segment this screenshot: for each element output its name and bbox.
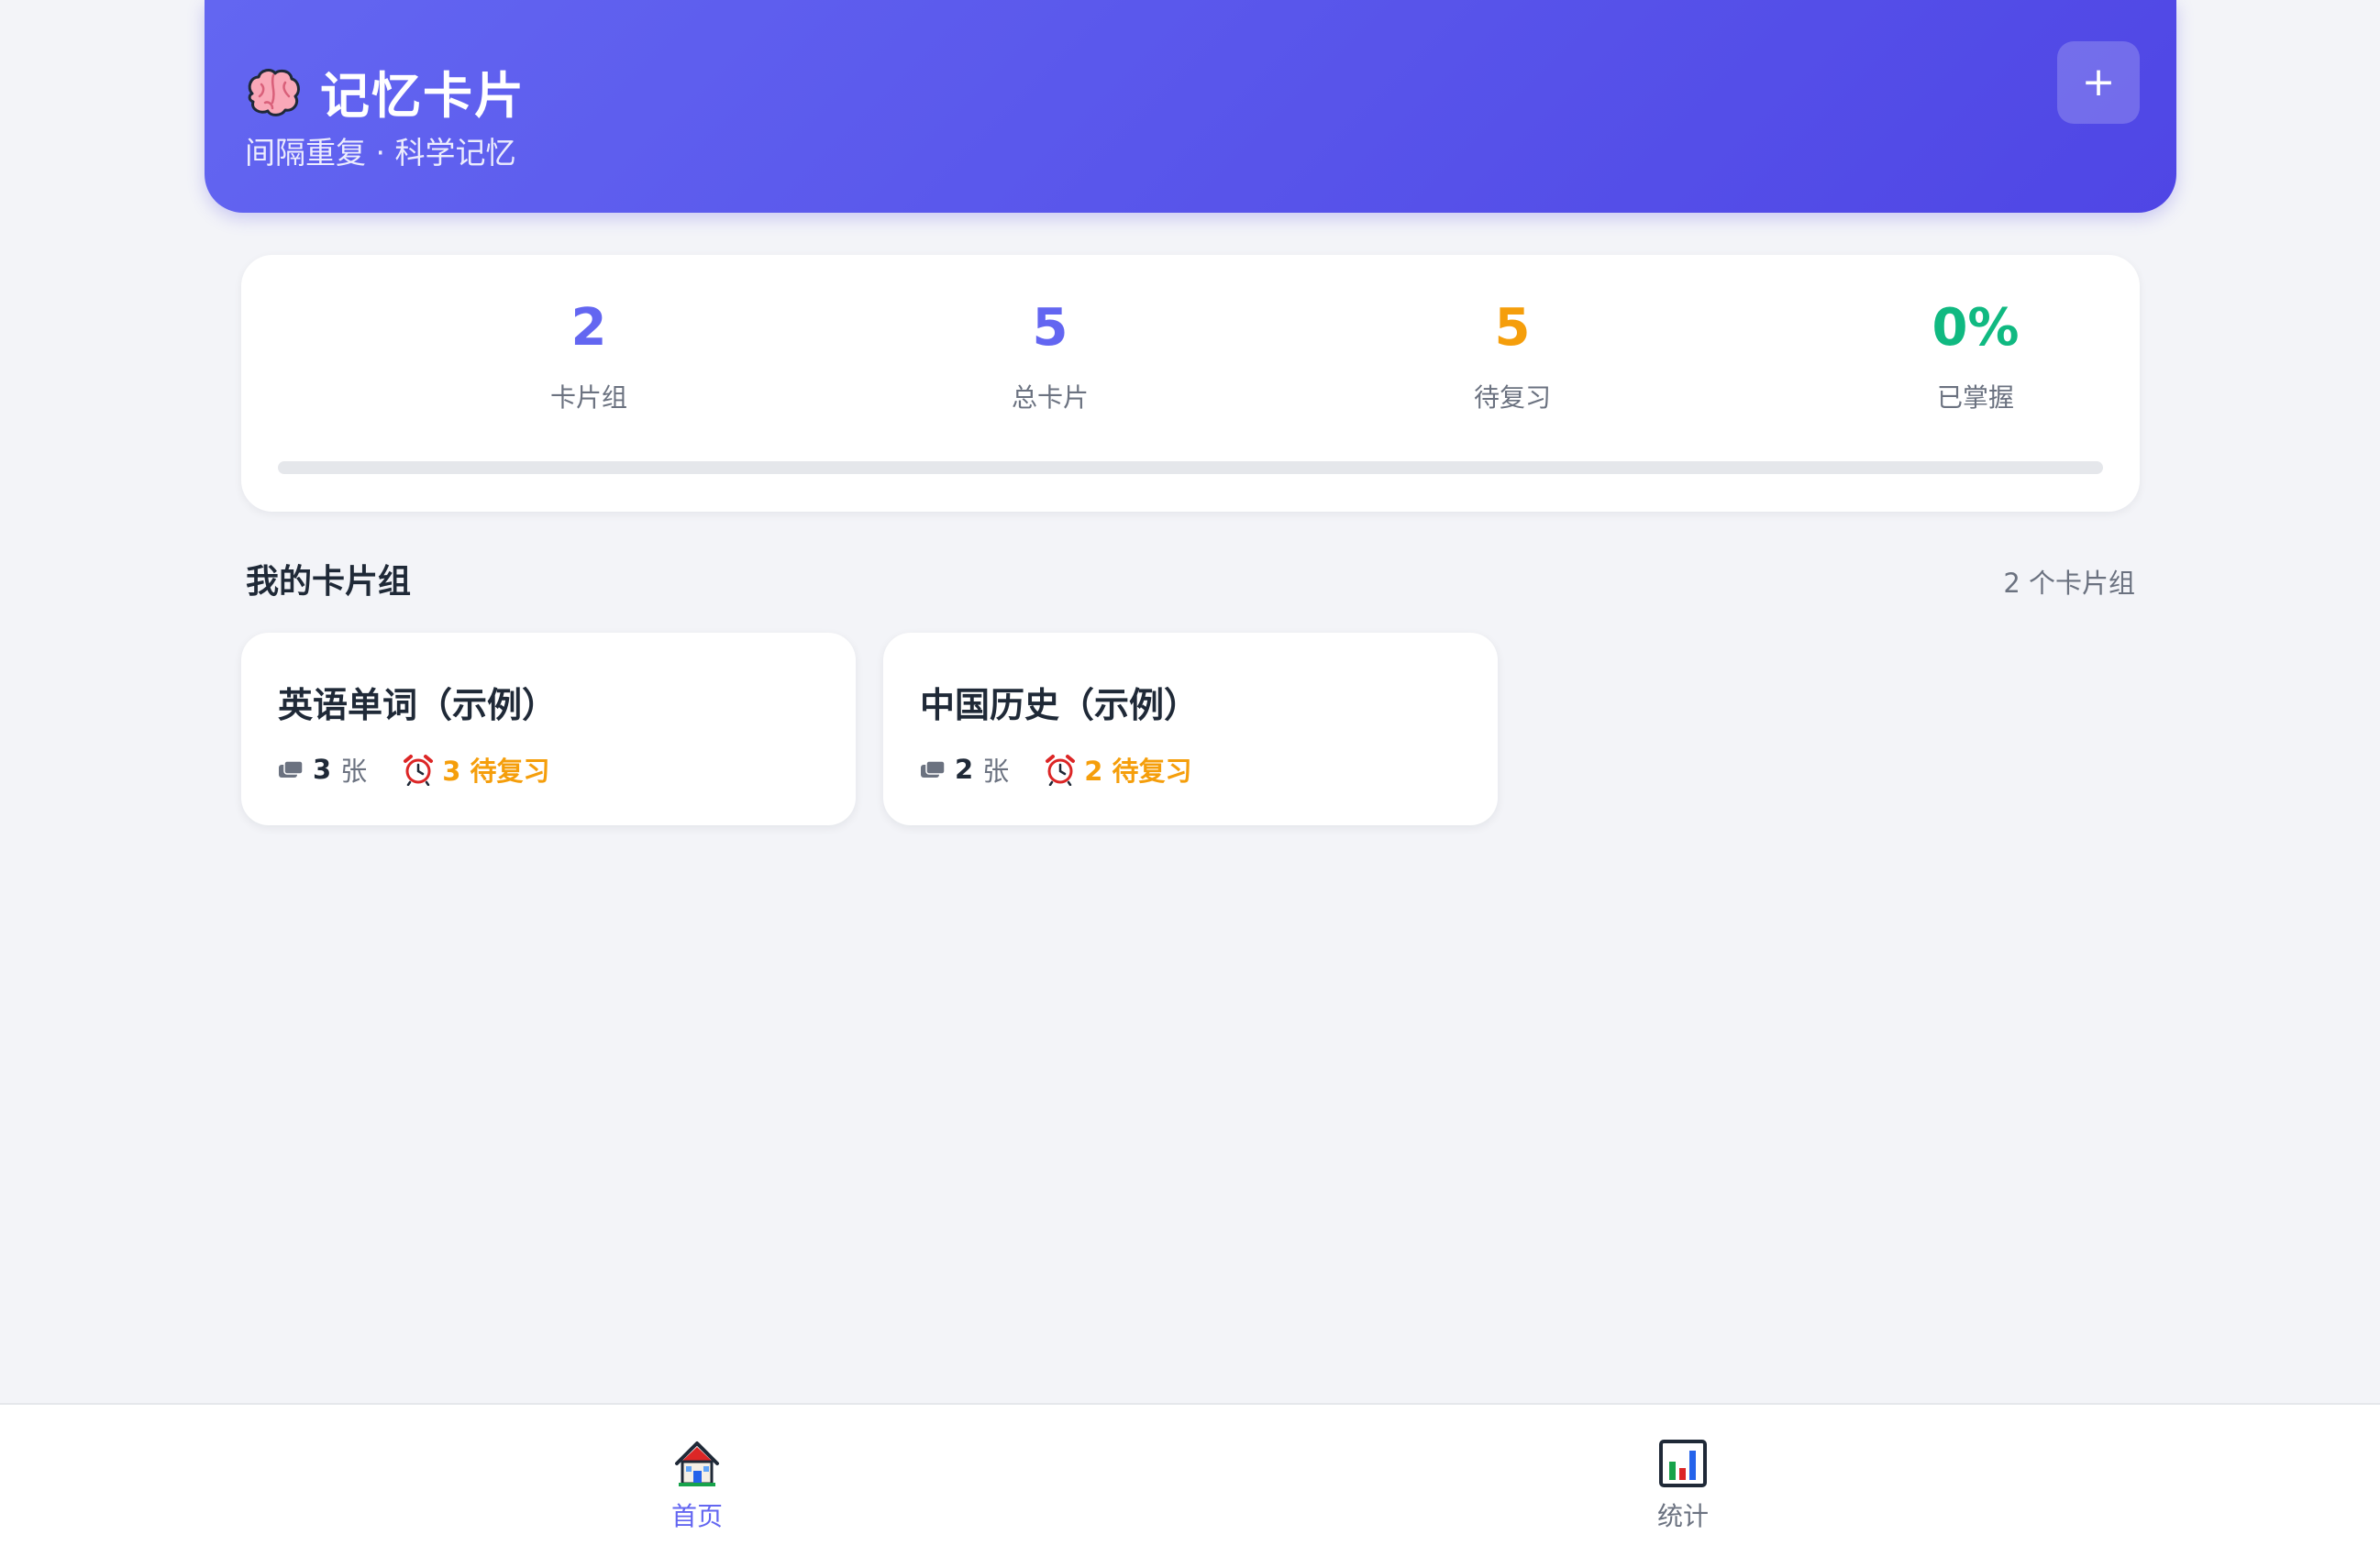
- deck-title: 英语单词（示例）: [278, 685, 558, 725]
- deck-due-count: 2 待复习: [1084, 756, 1192, 787]
- bar-chart-icon: [1659, 1440, 1707, 1487]
- app-header: 记忆卡片 间隔重复 · 科学记忆 +: [205, 0, 2176, 213]
- deck-card[interactable]: 英语单词（示例） 3 张 3 待复习: [241, 633, 856, 825]
- brain-icon: [248, 68, 300, 116]
- brand: 记忆卡片: [245, 55, 526, 127]
- bottom-nav: 首页 统计: [0, 1403, 2380, 1557]
- stat-value: 0%: [1932, 298, 2020, 358]
- deck-card-unit: 张: [340, 756, 368, 787]
- stat-decks: 2 卡片组: [451, 303, 726, 414]
- deck-card-unit: 张: [982, 756, 1010, 787]
- stat-label: 卡片组: [549, 382, 627, 413]
- card-stack-icon: [279, 760, 304, 778]
- stat-total-cards: 5 总卡片: [913, 303, 1188, 414]
- stat-label: 总卡片: [1011, 382, 1089, 413]
- nav-label: 统计: [1656, 1501, 1709, 1531]
- nav-item-home[interactable]: 首页: [633, 1438, 761, 1533]
- app-title: 记忆卡片: [320, 67, 526, 125]
- stats-card: 2 卡片组 5 总卡片 5 待复习 0% 已掌握: [241, 255, 2140, 512]
- stat-label: 待复习: [1473, 382, 1551, 413]
- stat-value: 2: [570, 298, 607, 358]
- stat-due: 5 待复习: [1375, 303, 1650, 414]
- app-subtitle: 间隔重复 · 科学记忆: [245, 135, 516, 171]
- nav-label: 首页: [670, 1501, 723, 1531]
- deck-card-count: 2: [955, 754, 974, 785]
- card-stack-icon: [921, 760, 946, 778]
- stat-mastered: 0% 已掌握: [1838, 303, 2113, 414]
- mastery-progress-bar: [278, 461, 2103, 474]
- deck-card-count: 3: [313, 754, 332, 785]
- stat-label: 已掌握: [1936, 382, 2014, 413]
- deck-meta: 3 张 3 待复习: [278, 750, 549, 789]
- section-title: 我的卡片组: [246, 563, 412, 601]
- stat-value: 5: [1494, 298, 1531, 358]
- deck-meta: 2 张 2 待复习: [920, 750, 1191, 789]
- add-deck-button[interactable]: +: [2057, 41, 2140, 124]
- deck-due-count: 3 待复习: [442, 756, 550, 787]
- stat-value: 5: [1032, 298, 1068, 358]
- app: 记忆卡片 间隔重复 · 科学记忆 + 2 卡片组 5 总卡片 5 待复习 0% …: [0, 0, 2380, 1557]
- deck-card[interactable]: 中国历史（示例） 2 张 2 待复习: [883, 633, 1498, 825]
- home-icon: [675, 1441, 719, 1486]
- section-count: 2 个卡片组: [2003, 568, 2135, 599]
- nav-item-stats[interactable]: 统计: [1619, 1438, 1747, 1533]
- alarm-clock-icon: [1046, 755, 1076, 786]
- deck-title: 中国历史（示例）: [920, 685, 1200, 725]
- alarm-clock-icon: [404, 755, 434, 786]
